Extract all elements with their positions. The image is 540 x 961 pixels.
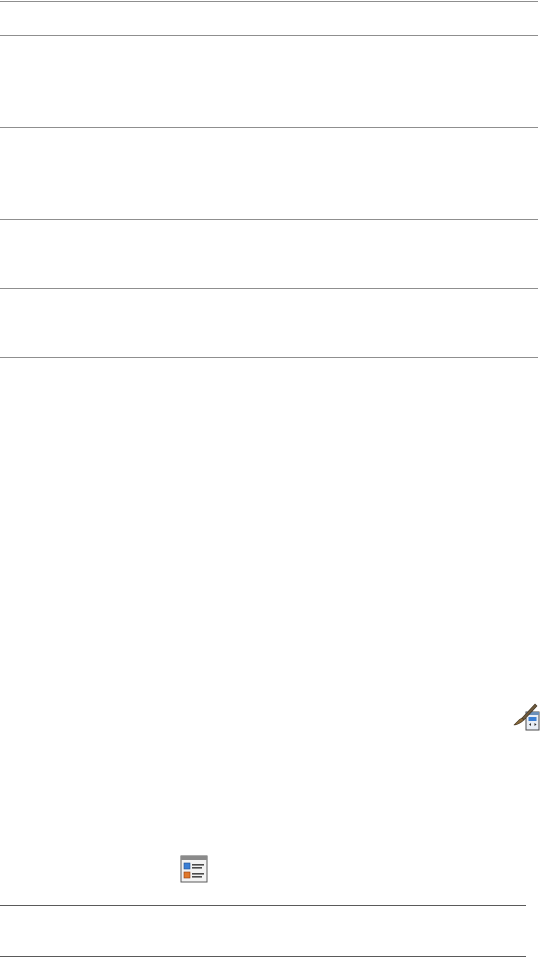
divider-footer-top <box>0 905 526 906</box>
divider-row-2 <box>0 127 538 128</box>
divider-footer-bottom <box>0 956 526 957</box>
divider-top <box>0 1 538 2</box>
divider-row-1 <box>0 35 538 36</box>
divider-row-4 <box>0 288 538 289</box>
divider-row-3 <box>0 219 538 220</box>
paintbrush-properties-icon <box>513 703 540 731</box>
details-list-icon <box>180 855 208 883</box>
divider-row-5 <box>0 357 538 358</box>
